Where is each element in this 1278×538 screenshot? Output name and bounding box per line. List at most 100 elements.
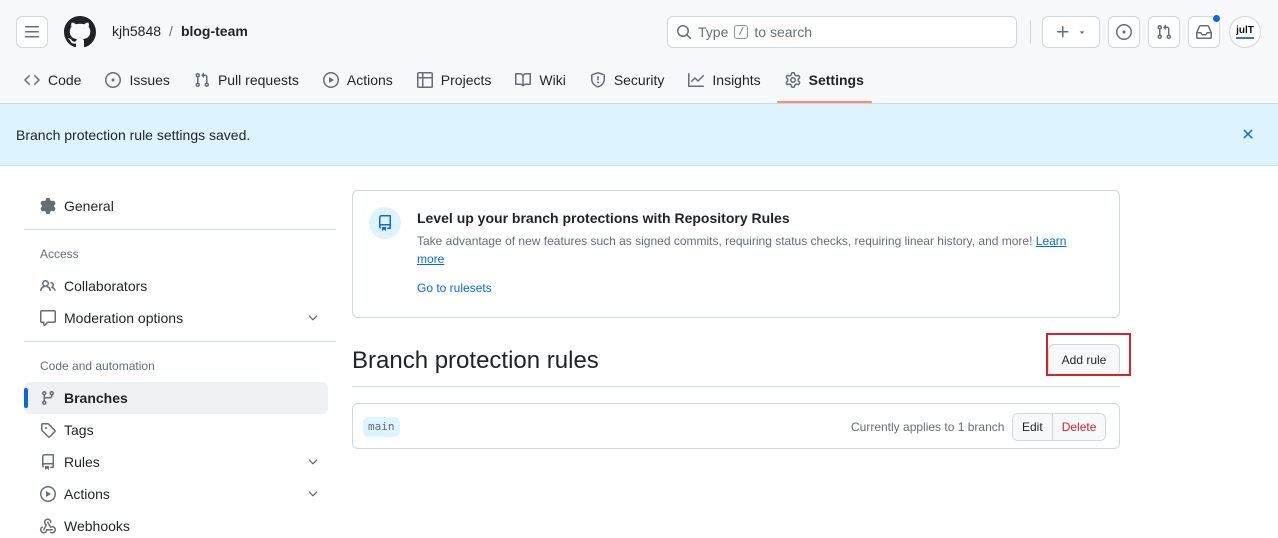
issues-button[interactable] [1108, 16, 1140, 48]
webhook-icon [40, 518, 56, 534]
play-icon [322, 72, 339, 88]
avatar[interactable]: julT [1229, 16, 1261, 48]
pull-requests-button[interactable] [1148, 16, 1180, 48]
menu-button[interactable] [16, 16, 48, 48]
tab-label: Code [48, 72, 82, 88]
git-pull-request-icon [1157, 24, 1172, 40]
tab-security[interactable]: Security [582, 64, 673, 96]
banner-description-text: Take advantage of new features such as s… [417, 234, 1033, 248]
add-rule-button[interactable]: Add rule [1048, 344, 1120, 376]
tab-projects[interactable]: Projects [409, 64, 500, 96]
tab-label: Wiki [539, 72, 566, 88]
chevron-down-icon [308, 491, 318, 497]
banner-description: Take advantage of new features such as s… [417, 232, 1077, 268]
breadcrumb-separator: / [169, 23, 173, 39]
rule-applies-text: Currently applies to 1 branch [851, 420, 1005, 434]
flash-banner: Branch protection rule settings saved. [0, 104, 1278, 166]
sidebar-item-webhooks[interactable]: Webhooks [24, 510, 328, 538]
tab-issues[interactable]: Issues [97, 64, 177, 96]
git-branch-icon [41, 391, 54, 406]
tab-label: Settings [808, 72, 864, 88]
tab-label: Pull requests [217, 72, 299, 88]
tab-label: Actions [346, 72, 393, 88]
page-title: Branch protection rules [352, 347, 599, 374]
sidebar-item-label: Rules [64, 454, 100, 470]
tab-insights[interactable]: Insights [680, 64, 768, 96]
hamburger-icon [25, 26, 39, 38]
header-divider [1030, 20, 1031, 44]
tab-pull-requests[interactable]: Pull requests [186, 64, 307, 96]
people-icon [40, 279, 56, 292]
search-shortcut-key: / [734, 25, 749, 39]
close-icon[interactable] [1240, 126, 1256, 142]
graph-icon [688, 73, 705, 87]
issue-icon [105, 72, 122, 88]
search-prefix: Type [698, 24, 729, 40]
sidebar-item-branches[interactable]: Branches [24, 382, 328, 414]
issue-opened-icon [1116, 24, 1132, 40]
breadcrumb: kjh5848 / blog-team [112, 23, 248, 39]
sidebar-heading-access: Access [40, 247, 79, 261]
avatar-bar [1236, 37, 1254, 39]
book-icon [515, 72, 532, 87]
gear-icon [40, 198, 56, 214]
sidebar-item-collaborators[interactable]: Collaborators [24, 270, 328, 302]
repo-push-icon [369, 207, 401, 239]
code-icon [24, 74, 40, 86]
repo-push-icon [42, 454, 54, 470]
sidebar-item-label: General [64, 198, 114, 214]
sidebar-item-label: Actions [64, 486, 110, 502]
sidebar-item-label: Branches [64, 390, 128, 406]
rulesets-promo-banner: Level up your branch protections with Re… [352, 190, 1120, 318]
breadcrumb-owner[interactable]: kjh5848 [112, 23, 161, 39]
notification-dot [1212, 14, 1221, 23]
sidebar-item-actions[interactable]: Actions [24, 478, 328, 510]
tab-actions[interactable]: Actions [315, 64, 401, 96]
rule-actions: Edit Delete [1012, 413, 1107, 441]
sidebar-item-label: Tags [64, 422, 94, 438]
edit-button[interactable]: Edit [1013, 414, 1053, 440]
go-to-rulesets-link[interactable]: Go to rulesets [417, 281, 492, 295]
tab-label: Security [613, 72, 665, 88]
chevron-down-icon [308, 315, 318, 321]
search-input[interactable]: Type / to search [667, 16, 1017, 48]
github-logo-icon[interactable] [64, 16, 96, 48]
delete-button[interactable]: Delete [1052, 414, 1106, 440]
table-row: main Currently applies to 1 branch Edit … [352, 403, 1120, 449]
create-new-button[interactable] [1042, 16, 1100, 48]
report-icon [40, 310, 56, 326]
play-icon [40, 486, 56, 502]
pull-request-icon [195, 72, 209, 88]
sidebar-item-moderation[interactable]: Moderation options [24, 302, 328, 334]
gear-icon [785, 72, 801, 88]
branch-name-pill[interactable]: main [363, 417, 400, 437]
sidebar-item-label: Moderation options [64, 310, 184, 326]
tab-label: Insights [712, 72, 761, 88]
avatar-text: julT [1236, 25, 1254, 36]
sidebar-item-tags[interactable]: Tags [24, 414, 328, 446]
tab-code[interactable]: Code [16, 64, 89, 96]
tab-wiki[interactable]: Wiki [507, 64, 573, 96]
repo-tabs: Code Issues Pull requests Actions Projec… [16, 64, 880, 104]
banner-title: Level up your branch protections with Re… [417, 210, 790, 226]
tag-icon [41, 423, 56, 438]
table-icon [416, 72, 433, 88]
breadcrumb-repo[interactable]: blog-team [181, 23, 248, 39]
plus-icon [1057, 26, 1069, 38]
sidebar-divider [24, 229, 336, 230]
tab-settings[interactable]: Settings [776, 64, 873, 103]
triangle-down-icon [1079, 31, 1085, 34]
shield-icon [590, 72, 605, 88]
global-header: kjh5848 / blog-team Type / to search jul… [0, 0, 1278, 104]
sidebar-item-general[interactable]: General [24, 190, 328, 222]
section-divider [352, 386, 1120, 387]
sidebar-item-label: Webhooks [64, 518, 130, 534]
sidebar-heading-code: Code and automation [40, 359, 155, 373]
sidebar-divider [24, 341, 336, 342]
sidebar-item-label: Collaborators [64, 278, 148, 294]
flash-message: Branch protection rule settings saved. [16, 127, 251, 143]
tab-label: Issues [129, 72, 170, 88]
inbox-icon [1196, 25, 1212, 39]
sidebar-item-rules[interactable]: Rules [24, 446, 328, 478]
search-suffix: to search [754, 24, 812, 40]
